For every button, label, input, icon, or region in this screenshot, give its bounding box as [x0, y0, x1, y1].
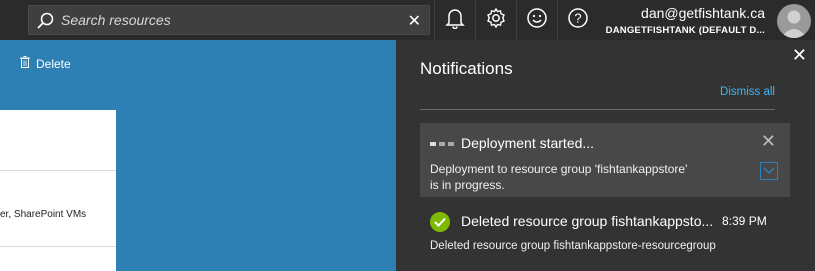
avatar[interactable]: [777, 4, 811, 38]
panel-title: Notifications: [420, 59, 513, 78]
list-item[interactable]: er, SharePoint VMs: [0, 209, 86, 220]
notification-item[interactable]: Deployment started... ✕ Deployment to re…: [420, 123, 790, 197]
gear-icon: [485, 7, 507, 34]
notification-body: Deployment to resource group 'fishtankap…: [430, 162, 688, 192]
delete-label: Delete: [36, 56, 71, 71]
divider: [0, 170, 116, 171]
help-button[interactable]: ?: [557, 0, 598, 40]
expand-button[interactable]: [760, 162, 778, 180]
settings-button[interactable]: [475, 0, 516, 40]
help-icon: ?: [567, 7, 589, 34]
close-icon[interactable]: ✕: [408, 11, 421, 31]
divider: [0, 246, 116, 247]
notifications-button[interactable]: [434, 0, 475, 40]
chevron-down-icon: [763, 167, 775, 175]
search-icon: [35, 11, 55, 31]
user-email: dan@getfishtank.ca: [641, 5, 765, 21]
svg-text:?: ?: [574, 10, 581, 25]
notifications-panel: ✕ Notifications Dismiss all Deployment s…: [396, 40, 815, 271]
search-input[interactable]: Search resources: [61, 12, 171, 28]
delete-button[interactable]: Delete: [20, 56, 71, 71]
close-panel-icon[interactable]: ✕: [792, 45, 807, 66]
notification-title: Deleted resource group fishtankappsto...: [461, 213, 714, 229]
top-bar: Search resources ✕ ? dan@getfishtank.ca …: [0, 0, 815, 40]
dismiss-all-link[interactable]: Dismiss all: [720, 86, 775, 98]
notification-title: Deployment started...: [461, 135, 595, 151]
user-tenant: DANGETFISHTANK (DEFAULT D...: [605, 25, 765, 36]
bell-icon: [445, 7, 465, 34]
smiley-icon: [526, 7, 548, 34]
notification-body: Deleted resource group fishtankappstore-…: [430, 240, 716, 252]
trash-icon: [20, 56, 30, 71]
divider: [420, 109, 775, 110]
search-box[interactable]: Search resources ✕: [28, 5, 430, 35]
user-icon: [781, 10, 807, 38]
resource-list-card: er, SharePoint VMs: [0, 110, 116, 271]
notification-time: 8:39 PM: [722, 214, 767, 228]
user-account[interactable]: dan@getfishtank.ca DANGETFISHTANK (DEFAU…: [606, 5, 765, 36]
progress-icon: [430, 142, 454, 146]
feedback-button[interactable]: [516, 0, 557, 40]
close-icon[interactable]: ✕: [761, 131, 776, 152]
notification-item[interactable]: Deleted resource group fishtankappsto...…: [420, 207, 790, 267]
success-icon: [430, 212, 450, 232]
